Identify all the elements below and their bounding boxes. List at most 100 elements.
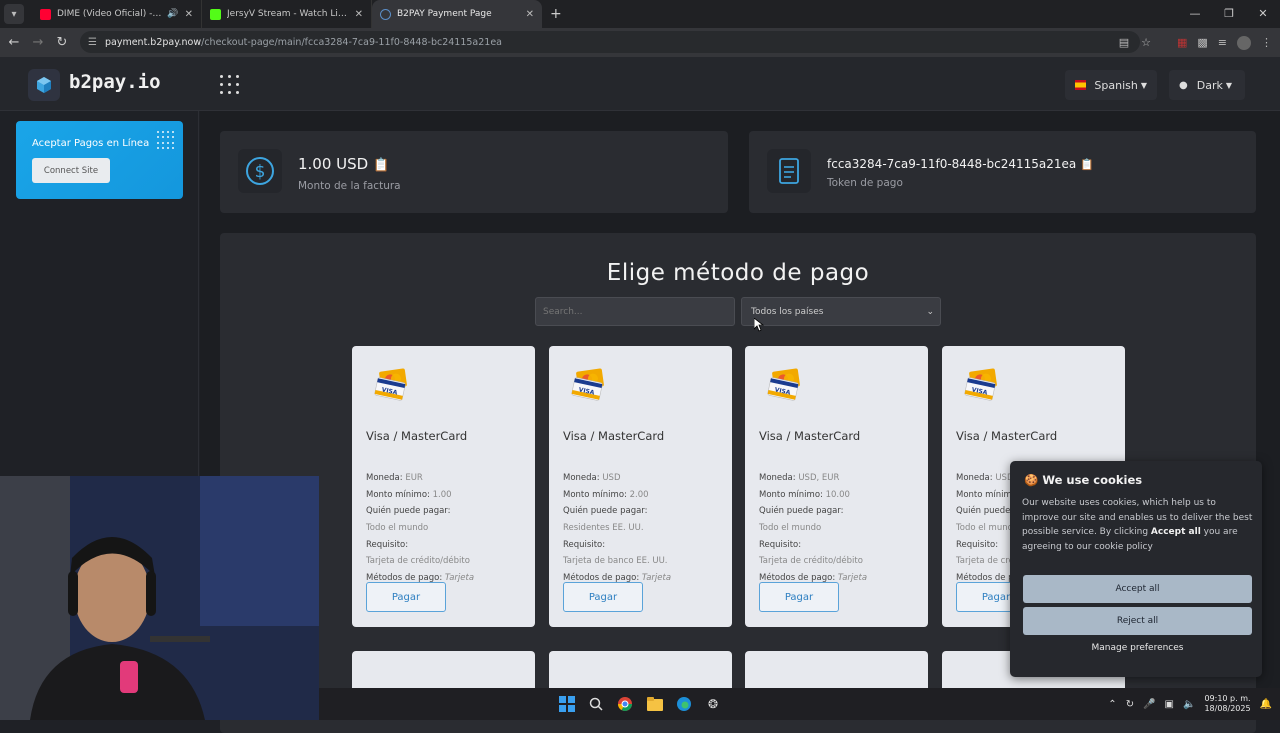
profile-avatar-icon[interactable] (1237, 35, 1251, 50)
extensions-puzzle-icon[interactable]: ▩ (1197, 36, 1207, 49)
menu-kebab-icon[interactable]: ⋮ (1261, 36, 1272, 49)
media-icon[interactable]: ≡ (1218, 36, 1227, 49)
edge-icon[interactable] (674, 694, 694, 714)
pay-button[interactable]: Pagar (563, 582, 643, 612)
theme-selector[interactable]: ● Dark ▼ (1169, 70, 1245, 100)
currency-label: Moneda: (956, 473, 993, 483)
minimize-icon[interactable]: — (1178, 0, 1212, 28)
min-amount-value: 1.00 (432, 490, 452, 500)
requirement-label: Requisito: (759, 540, 802, 550)
caret-down-icon: ▼ (1225, 80, 1232, 90)
tab-search-icon[interactable]: ▾ (4, 4, 24, 24)
payment-method-card[interactable]: VISAVisa / MasterCardMoneda: USD, EURMon… (745, 346, 928, 627)
payment-method-card-partial[interactable] (352, 651, 535, 691)
country-filter-select[interactable]: Todos los países ⌄ (741, 297, 941, 326)
pay-button[interactable]: Pagar (759, 582, 839, 612)
cookie-icon: 🍪 (1024, 473, 1039, 487)
payment-method-detail: Quién puede pagar: (563, 506, 648, 516)
browser-tab-youtube[interactable]: DIME (Video Oficial) - Eduardo 🔊 ✕ (32, 0, 202, 28)
translate-icon[interactable]: ▤ (1119, 36, 1129, 49)
kick-favicon-icon (210, 8, 221, 20)
brand-name[interactable]: b2pay.io (69, 71, 161, 93)
currency-label: Moneda: (366, 473, 403, 483)
apps-grid-icon[interactable] (220, 75, 240, 95)
volume-icon[interactable]: 🔈 (1183, 699, 1195, 710)
requirement-label: Requisito: (956, 540, 999, 550)
currency-value: EUR (405, 473, 423, 483)
payment-method-card[interactable]: VISA Visa / MasterCard Moneda: USD Monto mí… (549, 346, 732, 627)
microphone-icon[interactable]: 🎤 (1143, 699, 1155, 710)
browser-tab-kick[interactable]: JersyV Stream - Watch Live on Kick ✕ (202, 0, 372, 28)
close-window-icon[interactable]: ✕ (1246, 0, 1280, 28)
close-tab-icon[interactable]: ✕ (185, 9, 193, 20)
site-info-icon[interactable]: ☰ (88, 37, 97, 48)
invoice-amount: 1.00 USD 📋 (298, 155, 389, 173)
who-can-pay-value: Residentes EE. UU. (563, 523, 644, 533)
reject-all-button[interactable]: Reject all (1023, 607, 1252, 635)
who-can-pay-value: Todo el mundo (759, 523, 822, 533)
extension-icon[interactable]: ▦ (1177, 36, 1187, 49)
currency-label: Moneda: (563, 473, 600, 483)
chrome-icon[interactable] (615, 694, 635, 714)
forward-icon[interactable]: → (26, 35, 50, 50)
cookie-title: 🍪 We use cookies (1024, 473, 1142, 487)
methods-value: Tarjeta (837, 573, 868, 583)
who-can-pay-value: Todo el mundo (956, 523, 1019, 533)
chevron-up-icon[interactable]: ⌃ (1108, 699, 1116, 710)
b2pay-logo-icon[interactable] (28, 69, 60, 101)
dots-pattern-icon (157, 131, 175, 149)
payment-token-label: Token de pago (827, 177, 903, 189)
payment-method-card-partial[interactable] (549, 651, 732, 691)
payment-method-detail: Monto mínimo: 1.00 (366, 490, 452, 500)
language-selector[interactable]: Spanish ▼ (1065, 70, 1157, 100)
notification-bell-icon[interactable]: 🔔 (1260, 699, 1272, 710)
language-label: Spanish (1094, 78, 1138, 92)
back-icon[interactable]: ← (2, 35, 26, 50)
payment-method-card[interactable]: VISA Visa / MasterCard Moneda: EUR Monto mí… (352, 346, 535, 627)
payment-method-detail: Moneda: EUR (366, 473, 423, 483)
country-filter-value: Todos los países (751, 306, 824, 317)
app-icon[interactable]: ❂ (703, 694, 723, 714)
theme-drop-icon: ● (1179, 79, 1188, 91)
address-bar[interactable]: ☰ payment.b2pay.now/checkout-page/main/f… (80, 31, 1140, 53)
payment-method-detail: Todo el mundo (759, 523, 821, 533)
clock[interactable]: 09:10 p. m. 18/08/2025 (1204, 694, 1250, 714)
b2pay-favicon-icon (380, 8, 391, 20)
copy-clipboard-icon[interactable]: 📋 (373, 158, 389, 173)
browser-tab-b2pay[interactable]: B2PAY Payment Page ✕ (372, 0, 542, 28)
accept-all-button[interactable]: Accept all (1023, 575, 1252, 603)
close-tab-icon[interactable]: ✕ (355, 9, 363, 20)
payment-method-card-partial[interactable] (745, 651, 928, 691)
copy-clipboard-icon[interactable]: 📋 (1080, 158, 1094, 171)
cookie-consent-banner: 🍪 We use cookies Our website uses cookie… (1010, 461, 1262, 677)
reload-icon[interactable]: ↻ (50, 35, 74, 50)
manage-preferences-link[interactable]: Manage preferences (1023, 643, 1252, 653)
currency-label: Moneda: (759, 473, 796, 483)
tab-title: DIME (Video Oficial) - Eduardo (57, 9, 163, 19)
invoice-amount-label: Monto de la factura (298, 180, 401, 192)
connect-site-button[interactable]: Connect Site (32, 158, 110, 183)
clock-date: 18/08/2025 (1204, 704, 1251, 713)
payment-search-input[interactable] (535, 297, 735, 326)
search-icon[interactable] (586, 694, 606, 714)
windows-start-icon[interactable] (557, 694, 577, 714)
bookmark-star-icon[interactable]: ☆ (1141, 36, 1151, 49)
min-amount-label: Monto mínimo: (563, 490, 627, 500)
file-explorer-icon[interactable] (645, 694, 665, 714)
close-tab-icon[interactable]: ✕ (526, 9, 534, 20)
caret-down-icon: ▼ (1140, 80, 1147, 90)
speaker-icon[interactable]: 🔊 (167, 9, 178, 19)
sync-icon[interactable]: ↻ (1126, 699, 1134, 710)
min-amount-value: 10.00 (825, 490, 850, 500)
who-can-pay-label: Quién puede pagar: (366, 506, 451, 516)
window-controls: — ❐ ✕ (1178, 0, 1280, 28)
windows-taskbar: ❂ ⌃ ↻ 🎤 ▣ 🔈 09:10 p. m. 18/08/2025 🔔 (319, 688, 1280, 720)
network-icon[interactable]: ▣ (1165, 699, 1174, 710)
pay-button[interactable]: Pagar (366, 582, 446, 612)
payment-method-detail: Moneda: USD (563, 473, 621, 483)
new-tab-icon[interactable]: + (550, 6, 562, 22)
who-can-pay-value: Todo el mundo (366, 523, 429, 533)
payment-method-detail: Monto mínimo: 10.00 (759, 490, 850, 500)
restore-icon[interactable]: ❐ (1212, 0, 1246, 28)
tab-title: JersyV Stream - Watch Live on Kick (227, 9, 349, 19)
